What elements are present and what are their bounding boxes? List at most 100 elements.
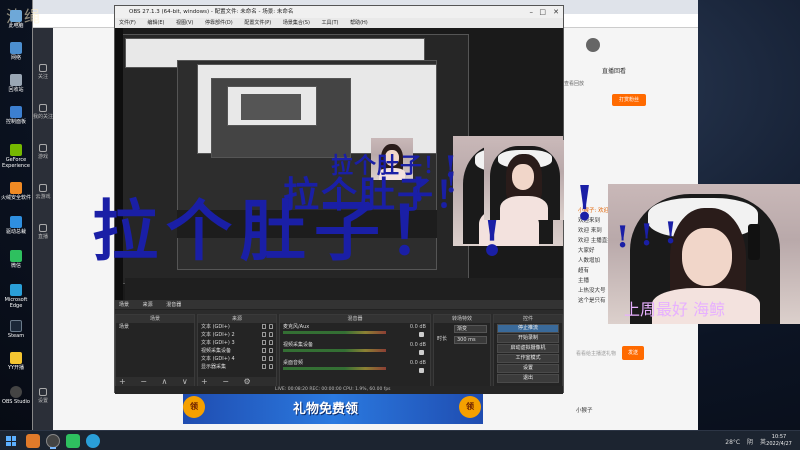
menu-tools[interactable]: 工具(T) bbox=[322, 20, 339, 26]
menu-file[interactable]: 文件(F) bbox=[119, 20, 136, 26]
source-item[interactable]: 文本 (GDI+) bbox=[198, 323, 276, 331]
source-label: 显示器采集 bbox=[201, 364, 227, 370]
transition-type-select[interactable]: 渐变 bbox=[454, 325, 487, 333]
heart-icon bbox=[39, 64, 47, 72]
close-icon[interactable]: ✕ bbox=[553, 6, 559, 18]
avatar[interactable] bbox=[586, 38, 600, 52]
reward-fans-button[interactable]: 打赏粉丝 bbox=[612, 94, 646, 106]
menu-edit[interactable]: 编辑(E) bbox=[147, 20, 164, 26]
maximize-icon[interactable]: □ bbox=[539, 6, 546, 18]
geforce-icon bbox=[10, 144, 22, 156]
obs-icon bbox=[10, 386, 22, 398]
menu-docks[interactable]: 停靠部件(D) bbox=[205, 20, 233, 26]
lock-icon[interactable] bbox=[269, 324, 273, 329]
source-item[interactable]: 文本 (GDI+) 4 bbox=[198, 355, 276, 363]
desktop-icon-geforce[interactable]: GeForce Experience bbox=[1, 144, 31, 169]
eye-icon[interactable] bbox=[262, 348, 266, 353]
duration-input[interactable]: 300 ms bbox=[454, 336, 487, 344]
transition-type-row: 渐变 bbox=[434, 323, 490, 334]
desktop-icon-label: 此电脑 bbox=[8, 23, 24, 29]
source-item[interactable]: 视频采集设备 bbox=[198, 347, 276, 355]
transitions-header: 转场特效 bbox=[434, 315, 490, 323]
chat-input[interactable]: 看看给主播送礼物 bbox=[576, 350, 620, 360]
system-tray[interactable]: 28°C 阴 英 bbox=[720, 437, 766, 446]
desktop-icons: 此电脑 网络 回收站 控制面板 GeForce Experience 火绒安全软… bbox=[0, 0, 32, 430]
tab-sources[interactable]: 来源 bbox=[143, 302, 153, 308]
send-button[interactable]: 发送 bbox=[622, 346, 644, 360]
sidebar-item-games[interactable]: 游戏 bbox=[33, 144, 53, 160]
taskbar-app-edge[interactable] bbox=[86, 434, 100, 448]
clock[interactable]: 10:57 2022/4/27 bbox=[766, 434, 792, 448]
clock-date: 2022/4/27 bbox=[766, 441, 792, 447]
obs-title-bar[interactable]: OBS 27.1.3 (64-bit, windows) - 配置文件: 未命名… bbox=[115, 6, 563, 18]
virtual-camera-button[interactable]: 启动虚拟摄像机 bbox=[497, 344, 559, 353]
sidebar-item-live[interactable]: 直播 bbox=[33, 224, 53, 240]
minimize-icon[interactable]: – bbox=[530, 6, 534, 18]
duration-label: 时长 bbox=[437, 336, 448, 342]
huorong-icon bbox=[10, 182, 22, 194]
desktop-icon-control-panel[interactable]: 控制面板 bbox=[1, 106, 31, 125]
taskbar: 28°C 阴 英 10:57 2022/4/27 bbox=[0, 430, 800, 450]
desktop-icon-network[interactable]: 网络 bbox=[1, 42, 31, 61]
volume-slider[interactable] bbox=[283, 349, 386, 352]
eye-icon[interactable] bbox=[262, 324, 266, 329]
source-item[interactable]: 显示器采集 bbox=[198, 363, 276, 371]
menu-view[interactable]: 视图(V) bbox=[176, 20, 193, 26]
stop-streaming-button[interactable]: 停止推流 bbox=[497, 324, 559, 333]
sidebar-item-cloud-games[interactable]: 云游戏 bbox=[33, 184, 53, 200]
sidebar-item-follow[interactable]: 关注 bbox=[33, 64, 53, 80]
transitions-dock: 转场特效 渐变 时长 300 ms bbox=[433, 314, 491, 388]
settings-button[interactable]: 设置 bbox=[497, 364, 559, 373]
lock-icon[interactable] bbox=[269, 348, 273, 353]
desktop-icon-steam[interactable]: Steam bbox=[1, 320, 31, 339]
eye-icon[interactable] bbox=[262, 356, 266, 361]
volume-slider[interactable] bbox=[283, 367, 386, 370]
taskbar-app-files[interactable] bbox=[26, 434, 40, 448]
weather-condition: 阴 bbox=[747, 439, 754, 446]
eye-icon[interactable] bbox=[262, 364, 266, 369]
eye-icon[interactable] bbox=[262, 332, 266, 337]
lock-icon[interactable] bbox=[269, 364, 273, 369]
lock-icon[interactable] bbox=[269, 340, 273, 345]
channel-name: 麦克风/Aux bbox=[283, 324, 310, 330]
desktop-icon-label: 网络 bbox=[10, 55, 21, 61]
tab-scenes[interactable]: 场景 bbox=[119, 302, 129, 308]
desktop-icon-obs[interactable]: OBS Studio bbox=[1, 386, 31, 405]
taskbar-app-wechat[interactable] bbox=[66, 434, 80, 448]
sidebar-label: 设置 bbox=[37, 398, 48, 404]
start-recording-button[interactable]: 开始录制 bbox=[497, 334, 559, 343]
eye-icon[interactable] bbox=[262, 340, 266, 345]
desktop-icon-wechat[interactable]: 微信 bbox=[1, 250, 31, 269]
studio-mode-button[interactable]: 工作室模式 bbox=[497, 354, 559, 363]
lock-icon[interactable] bbox=[269, 356, 273, 361]
source-item[interactable]: 文本 (GDI+) 2 bbox=[198, 331, 276, 339]
scene-item[interactable]: 场景 bbox=[116, 323, 194, 331]
desktop-icon-huorong[interactable]: 火绒安全软件 bbox=[1, 182, 31, 201]
webcam-overlay-large: 上周最好 海鲸 bbox=[608, 184, 800, 324]
speaker-icon[interactable] bbox=[419, 350, 424, 355]
channel-db: 0.0 dB bbox=[409, 324, 426, 330]
speaker-icon[interactable] bbox=[419, 368, 424, 373]
source-item[interactable]: 文本 (GDI+) 3 bbox=[198, 339, 276, 347]
desktop-icon-this-pc[interactable]: 此电脑 bbox=[1, 10, 31, 29]
speaker-icon[interactable] bbox=[419, 332, 424, 337]
sidebar-item-my-follow[interactable]: 我的关注 bbox=[33, 104, 53, 120]
start-button[interactable] bbox=[6, 436, 16, 446]
bottom-user-label: 小猴子 bbox=[576, 408, 593, 414]
desktop-icon-driver[interactable]: 驱动总裁 bbox=[1, 216, 31, 235]
webcam-caption: 上周最好 海鲸 bbox=[624, 300, 726, 319]
taskbar-app-obs[interactable] bbox=[46, 434, 60, 449]
exit-button[interactable]: 退出 bbox=[497, 374, 559, 383]
desktop-icon-edge[interactable]: Microsoft Edge bbox=[1, 284, 31, 309]
computer-icon bbox=[10, 10, 22, 22]
lock-icon[interactable] bbox=[269, 332, 273, 337]
menu-help[interactable]: 帮助(H) bbox=[350, 20, 368, 26]
tab-mixer[interactable]: 混音器 bbox=[166, 302, 181, 308]
menu-profile[interactable]: 配置文件(P) bbox=[244, 20, 271, 26]
menu-scene-collection[interactable]: 场景集合(S) bbox=[283, 20, 310, 26]
sidebar-item-settings[interactable]: 设置 bbox=[33, 388, 53, 404]
volume-slider[interactable] bbox=[283, 331, 386, 334]
panel-subtitle: 查看回放 bbox=[564, 81, 585, 87]
desktop-icon-recycle-bin[interactable]: 回收站 bbox=[1, 74, 31, 93]
desktop-icon-yy[interactable]: YY开播 bbox=[1, 352, 31, 371]
